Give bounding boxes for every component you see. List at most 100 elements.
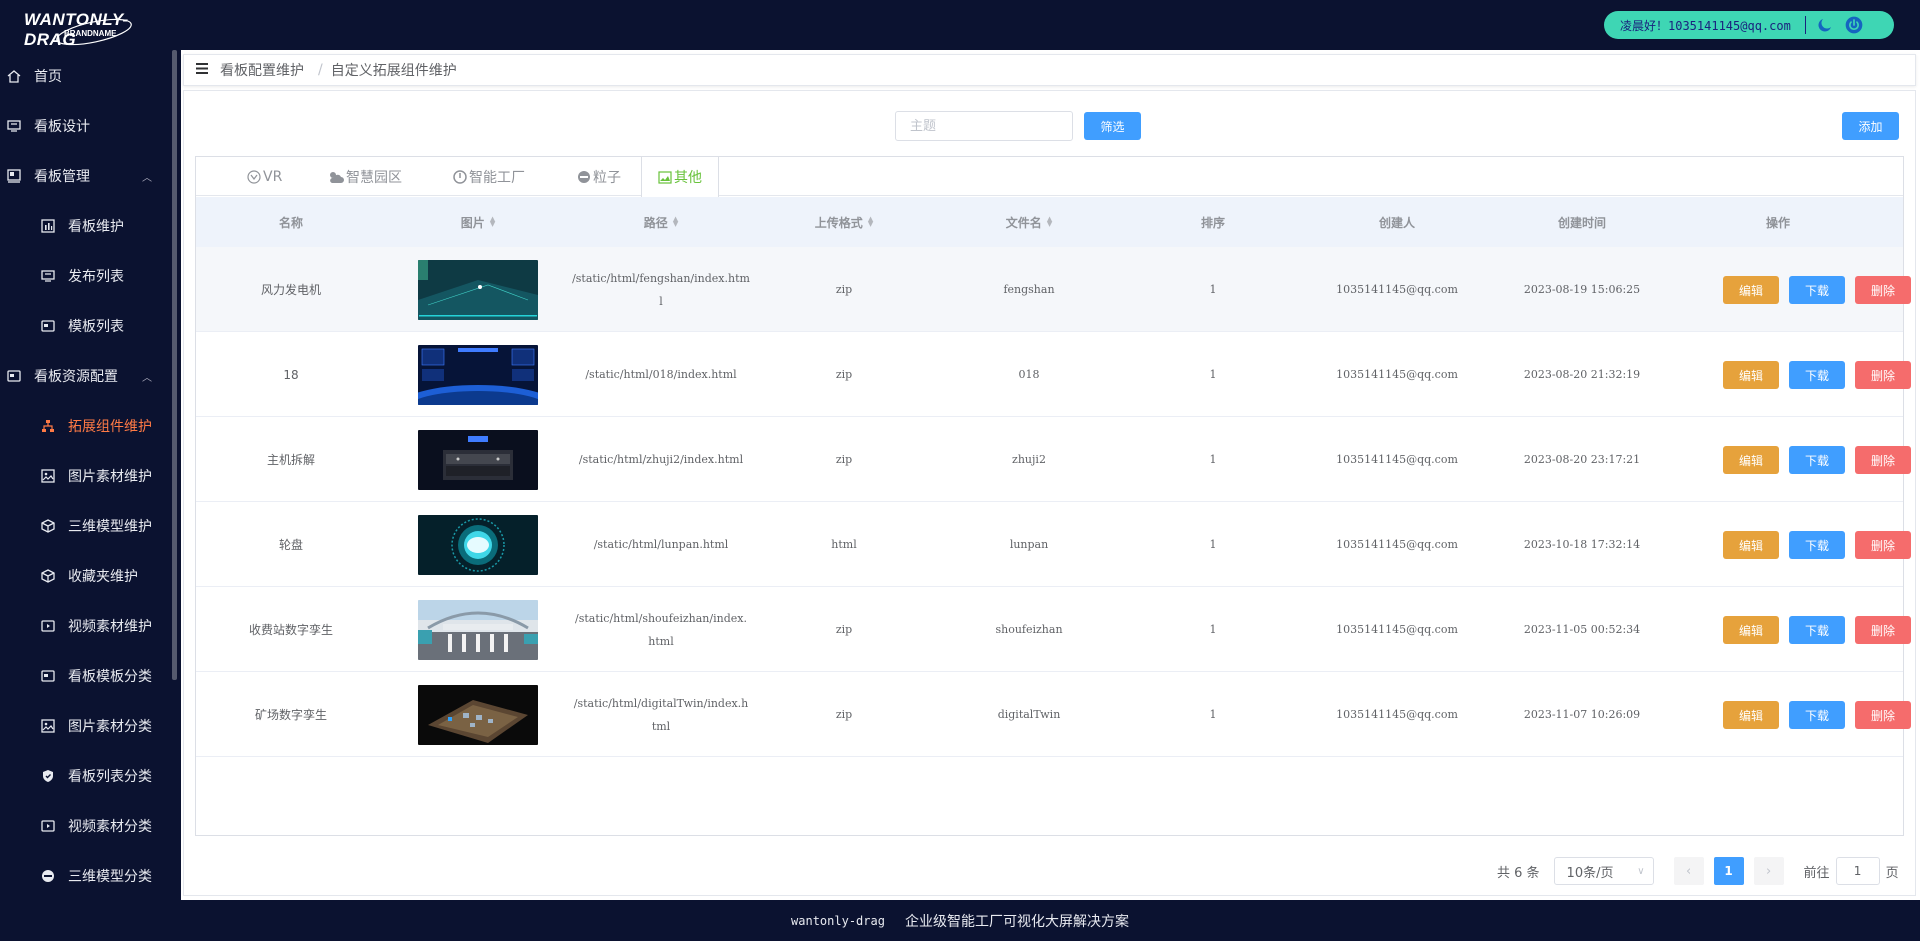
tab-vr[interactable]: VR [247,157,282,196]
download-button[interactable]: 下载 [1789,446,1845,474]
column-header-label: 操作 [1765,215,1790,230]
delete-button[interactable]: 删除 [1855,531,1911,559]
minus-circle-icon [577,170,591,184]
download-button[interactable]: 下载 [1789,361,1845,389]
sidebar-scrollbar[interactable] [172,50,177,680]
sidebar-item-1[interactable]: 看板设计 [0,106,172,146]
download-button[interactable]: 下载 [1789,616,1845,644]
tab-smart-park[interactable]: 智慧园区 [327,157,402,196]
prev-page-button[interactable]: ‹ [1673,857,1704,885]
delete-button[interactable]: 删除 [1855,361,1911,389]
server-host-thumbnail[interactable] [418,429,538,490]
cell-file: shoufeizhan [995,623,1063,636]
table-row: 轮盘/static/html/lunpan.html html lunpan 1 103… [196,502,1911,587]
cell-creator: 1035141145@qq.com [1336,623,1458,636]
download-button[interactable]: 下载 [1789,701,1845,729]
sidebar-item-5[interactable]: 模板列表 [0,306,172,346]
sidebar-item-9[interactable]: 三维模型维护 [0,506,172,546]
sort-icon[interactable]: ▲ ▼ [1047,216,1052,228]
sidebar-item-15[interactable]: 视频素材分类 [0,806,172,846]
sidebar-item-3[interactable]: 看板维护 [0,206,172,246]
column-header[interactable]: 路径 ▲ ▼ [566,197,756,247]
cell-path: /static/html/shoufeizhan/index.html [575,611,747,648]
page-size-value: 10条/页 [1566,865,1614,881]
delete-button[interactable]: 删除 [1855,276,1911,304]
earth-dashboard-thumbnail[interactable] [418,344,538,405]
edit-button[interactable]: 编辑 [1723,446,1779,474]
column-header[interactable]: 图片 ▲ ▼ [403,197,553,247]
sort-icon[interactable]: ▲ ▼ [673,216,678,228]
sidebar-item-8[interactable]: 图片素材维护 [0,456,172,496]
column-header-label: 名称 [278,215,303,230]
sidebar-item-6[interactable]: 看板资源配置 ︿ [0,356,172,396]
add-button[interactable]: 添加 [1842,112,1899,140]
tab-other[interactable]: 其他 [641,157,719,197]
video-icon [40,818,56,834]
toll-station-thumbnail[interactable] [418,599,538,660]
next-page-button[interactable]: › [1753,857,1784,885]
column-header: 操作 [1678,197,1878,247]
sitemap-icon [40,418,56,434]
column-header[interactable]: 上传格式 ▲ ▼ [779,197,909,247]
page-size-select[interactable]: 10条/页 ∨ [1553,857,1654,885]
column-header[interactable]: 文件名 ▲ ▼ [944,197,1114,247]
sort-icon[interactable]: ▲ ▼ [868,216,873,228]
sidebar-item-7[interactable]: 拓展组件维护 [0,406,172,446]
pagination: 共 6 条 10条/页 ∨ ‹ 1 › 前往 页 [1497,857,1899,885]
column-header-label: 路径 [643,215,668,230]
sidebar-item-12[interactable]: 看板模板分类 [0,656,172,696]
shield-icon [40,768,56,784]
edit-button[interactable]: 编辑 [1723,531,1779,559]
sidebar-item-11[interactable]: 视频素材维护 [0,606,172,646]
edit-button[interactable]: 编辑 [1723,276,1779,304]
mine-site-thumbnail[interactable] [418,684,538,745]
sidebar-item-label: 收藏夹维护 [68,569,138,585]
tab-particle[interactable]: 粒子 [577,157,621,196]
glowing-ring-thumbnail[interactable] [418,514,538,575]
power-icon[interactable] [1844,15,1864,35]
page-number-current[interactable]: 1 [1713,857,1744,885]
tab-smart-factory[interactable]: 智能工厂 [453,157,525,196]
user-greeting: 凌晨好！1035141145@qq.com [1620,18,1791,33]
download-button[interactable]: 下载 [1789,276,1845,304]
wind-turbine-thumbnail[interactable] [418,259,538,320]
delete-button[interactable]: 删除 [1855,616,1911,644]
filter-button[interactable]: 筛选 [1084,112,1141,140]
moon-icon[interactable] [1815,15,1835,35]
sidebar-item-13[interactable]: 图片素材分类 [0,706,172,746]
sidebar-item-0[interactable]: 首页 [0,56,172,96]
edit-button[interactable]: 编辑 [1723,701,1779,729]
sidebar: 首页看板设计看板管理 ︿ 看板维护发布列表模板列表看板资源配置 ︿ 拓展组件维护 图片素材… [0,50,177,900]
edit-button[interactable]: 编辑 [1723,361,1779,389]
thumbnail-cell [403,417,553,502]
edit-button[interactable]: 编辑 [1723,616,1779,644]
cell-time: 2023-11-05 00:52:34 [1523,623,1641,636]
cell-creator: 1035141145@qq.com [1336,453,1458,466]
sidebar-item-14[interactable]: 看板列表分类 [0,756,172,796]
cell-path: /static/html/fengshan/index.html [572,271,750,308]
sidebar-item-label: 看板维护 [68,219,124,235]
chevron-right-icon: › [1765,863,1772,879]
sidebar-item-16[interactable]: 三维模型分类 [0,856,172,896]
sort-icon[interactable]: ▲ ▼ [490,216,495,228]
sidebar-item-10[interactable]: 收藏夹维护 [0,556,172,596]
thumbnail-cell [403,332,553,417]
logo[interactable]: WANTONLY-DRAG BRANDNAME [14,4,174,49]
menu-toggle-icon[interactable] [196,62,208,78]
sidebar-item-4[interactable]: 发布列表 [0,256,172,296]
delete-button[interactable]: 删除 [1855,701,1911,729]
cell-format: zip [835,623,853,636]
delete-button[interactable]: 删除 [1855,446,1911,474]
cell-name: 轮盘 [278,538,303,552]
download-button[interactable]: 下载 [1789,531,1845,559]
sidebar-item-2[interactable]: 看板管理 ︿ [0,156,172,196]
breadcrumb-item-level1[interactable]: 看板配置维护 [220,60,304,80]
divider [1804,16,1806,34]
main-content: 看板配置维护 / 自定义拓展组件维护 筛选 添加 VR 智慧园区 智能工厂 [181,50,1920,900]
search-input[interactable] [895,111,1073,141]
cell-file: 018 [1018,368,1040,381]
card-icon [40,668,56,684]
sidebar-item-label: 看板设计 [34,119,90,135]
table-header: 名称 图片 ▲ ▼ 路径 ▲ ▼ 上传格式 ▲ ▼ 文件名 ▲ ▼ 排序 创建人 创建时间 操作 [196,197,1903,247]
goto-page-input[interactable] [1835,857,1880,885]
